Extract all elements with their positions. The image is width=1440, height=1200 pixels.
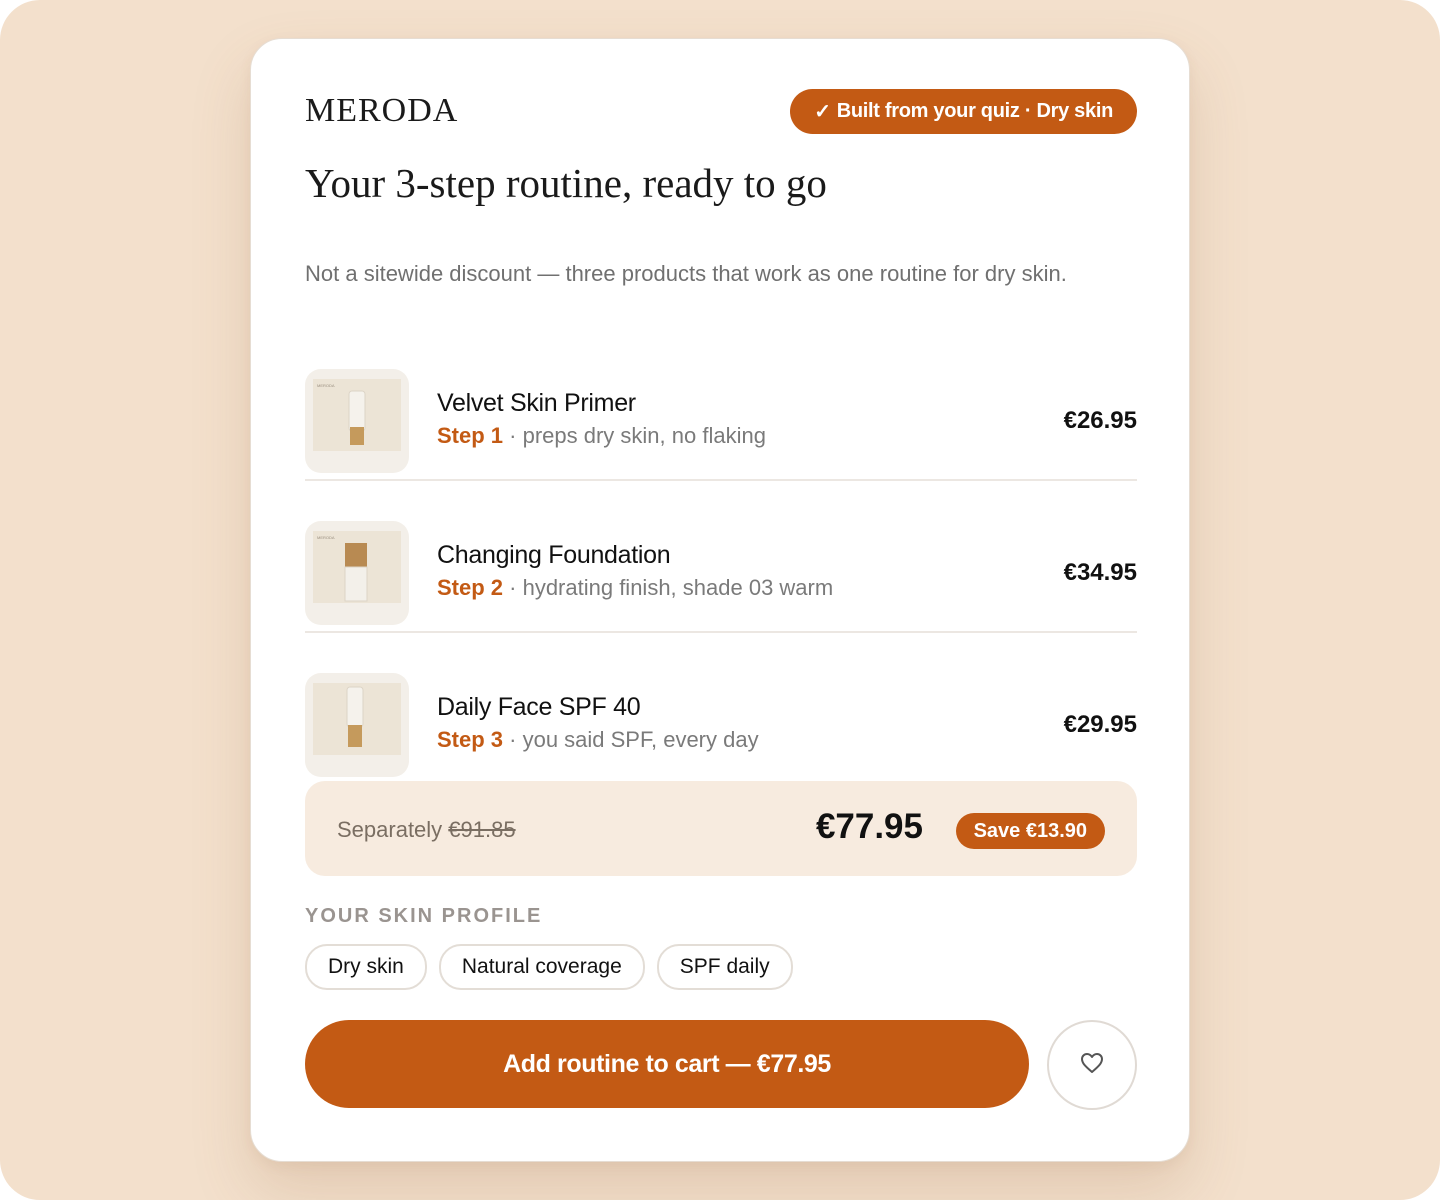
product-thumbnail[interactable] xyxy=(305,673,409,777)
product-note: · you said SPF, every day xyxy=(503,727,759,752)
product-note: · hydrating finish, shade 03 warm xyxy=(503,575,834,600)
svg-text:MERODA: MERODA xyxy=(317,383,335,388)
product-row[interactable]: Daily Face SPF 40 Step 3 · you said SPF,… xyxy=(305,633,1137,783)
product-row[interactable]: MERODA Changing Foundation Step 2 · hydr… xyxy=(305,481,1137,633)
svg-text:MERODA: MERODA xyxy=(317,535,335,540)
page-title: Your 3-step routine, ready to go xyxy=(305,160,827,206)
product-row[interactable]: MERODA Velvet Skin Primer Step 1 · preps… xyxy=(305,329,1137,481)
product-description: Step 2 · hydrating finish, shade 03 warm xyxy=(437,575,833,601)
profile-tag[interactable]: SPF daily xyxy=(656,944,793,990)
product-step: Step 2 xyxy=(437,575,504,600)
product-note: · preps dry skin, no flaking xyxy=(503,423,766,448)
product-description: Step 1 · preps dry skin, no flaking xyxy=(437,423,766,449)
product-step: Step 3 xyxy=(437,727,504,752)
profile-tag[interactable]: Dry skin xyxy=(305,944,427,990)
skin-profile-heading: YOUR SKIN PROFILE xyxy=(305,905,543,927)
product-description: Step 3 · you said SPF, every day xyxy=(437,727,759,753)
product-name[interactable]: Daily Face SPF 40 xyxy=(437,693,641,722)
routine-card: MERODA ✓ Built from your quiz · Dry skin… xyxy=(250,38,1190,1162)
product-name[interactable]: Velvet Skin Primer xyxy=(437,389,636,418)
profile-tag[interactable]: Natural coverage xyxy=(438,944,645,990)
product-list: MERODA Velvet Skin Primer Step 1 · preps… xyxy=(305,329,1137,783)
brand-logo[interactable]: MERODA xyxy=(305,91,458,131)
bundle-total: €77.95 xyxy=(815,807,923,846)
product-price: €26.95 xyxy=(1063,407,1137,434)
separately-label: Separately €91.85 xyxy=(337,817,516,843)
heart-icon xyxy=(1080,1052,1104,1079)
separately-price: €91.85 xyxy=(448,817,516,842)
tube-icon xyxy=(313,683,401,755)
product-thumbnail[interactable]: MERODA xyxy=(305,521,409,625)
favorite-button[interactable] xyxy=(1047,1020,1137,1110)
product-name[interactable]: Changing Foundation xyxy=(437,541,671,570)
product-step: Step 1 xyxy=(437,423,504,448)
quiz-badge-text: Built from your quiz · Dry skin xyxy=(836,100,1114,122)
product-price: €29.95 xyxy=(1063,711,1137,738)
savings-badge: Save €13.90 xyxy=(955,813,1105,849)
page-subtitle: Not a sitewide discount — three products… xyxy=(305,261,1067,286)
bottle-icon: MERODA xyxy=(313,531,401,603)
add-to-cart-button[interactable]: Add routine to cart — €77.95 xyxy=(305,1020,1029,1108)
check-icon: ✓ xyxy=(814,101,831,123)
product-thumbnail[interactable]: MERODA xyxy=(305,369,409,473)
tube-icon: MERODA xyxy=(313,379,401,451)
product-price: €34.95 xyxy=(1063,559,1137,586)
bundle-summary: Separately €91.85 €77.95 Save €13.90 xyxy=(305,781,1137,876)
separately-text: Separately xyxy=(337,817,449,842)
quiz-badge: ✓ Built from your quiz · Dry skin xyxy=(790,89,1137,134)
skin-profile-tags: Dry skin Natural coverage SPF daily xyxy=(305,944,793,990)
